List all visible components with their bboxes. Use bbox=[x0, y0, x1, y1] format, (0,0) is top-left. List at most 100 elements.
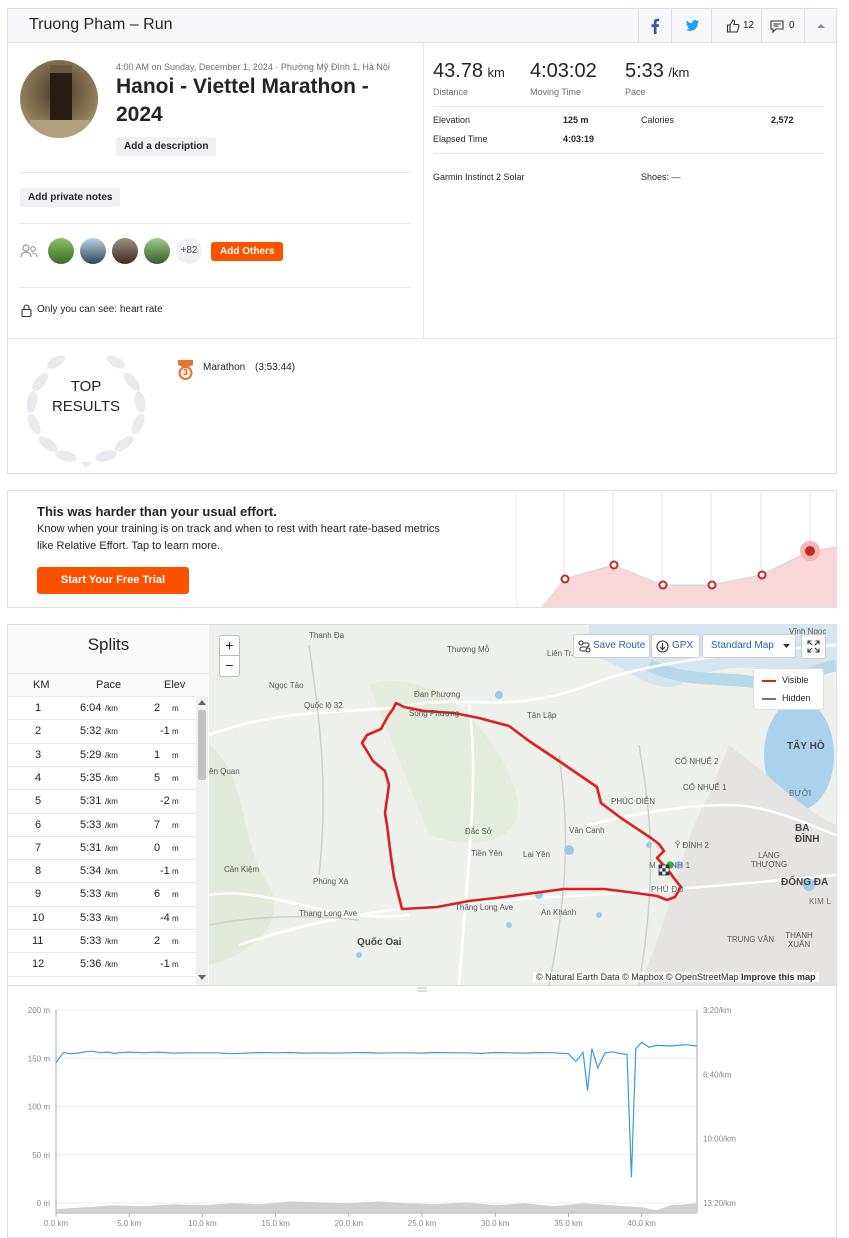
device-name: Garmin Instinct 2 Solar bbox=[433, 172, 525, 182]
activity-datetime: 4:00 AM on Sunday, December 1, 2024 · Ph… bbox=[116, 62, 390, 72]
stat-pace: 5:33 /km bbox=[625, 60, 689, 83]
add-private-notes-button[interactable]: Add private notes bbox=[20, 188, 121, 207]
split-elev: -1 bbox=[160, 725, 170, 738]
split-row[interactable]: 7 5:31/km 0 m bbox=[8, 835, 196, 859]
chevron-up-icon bbox=[817, 24, 825, 28]
map-place-label: Ỹ ĐÌNH 2 bbox=[675, 841, 709, 850]
elevation-value: 125 m bbox=[563, 115, 589, 125]
gpx-download-button[interactable]: GPX bbox=[651, 634, 700, 658]
legend-hidden: Hidden bbox=[782, 693, 811, 703]
save-route-button[interactable]: Save Route bbox=[573, 634, 650, 658]
split-elev-unit: m bbox=[172, 773, 179, 783]
expand-icon bbox=[807, 640, 820, 653]
split-elev: 2 bbox=[154, 702, 161, 714]
fullscreen-button[interactable] bbox=[801, 634, 826, 659]
athlete-avatar[interactable] bbox=[80, 238, 106, 264]
split-elev-unit: m bbox=[172, 704, 179, 713]
add-others-button[interactable]: Add Others bbox=[211, 242, 284, 261]
split-row[interactable]: 3 5:29/km 1 m bbox=[8, 742, 196, 766]
split-row[interactable]: 12 5:36/km -1 m bbox=[8, 952, 196, 975]
scroll-down-icon[interactable] bbox=[198, 975, 206, 981]
map-place-label: Đan Phượng bbox=[414, 690, 461, 699]
pace-line bbox=[55, 1041, 698, 1178]
split-km: 5 bbox=[35, 795, 42, 808]
athlete-avatar[interactable] bbox=[48, 238, 74, 264]
splits-title: Splits bbox=[87, 635, 130, 654]
y-tick-right: 6:40/km bbox=[703, 1070, 732, 1079]
divider bbox=[20, 287, 410, 288]
map-place-label: Thanh Đa bbox=[309, 631, 345, 640]
elevation-pace-chart[interactable]: 200 m 150 m 100 m 50 m 0 m 3:20/km 6:40/km 10:0… bbox=[8, 995, 836, 1238]
scroll-up-icon[interactable] bbox=[198, 699, 206, 705]
map-style-select[interactable]: Standard Map bbox=[702, 634, 796, 658]
map-place-label: Cần Kiệm bbox=[224, 865, 260, 874]
zoom-in-button[interactable]: + bbox=[219, 635, 240, 656]
scrollbar-thumb[interactable] bbox=[198, 710, 206, 780]
split-row[interactable]: 11 5:33/km 2 m bbox=[8, 929, 196, 952]
x-tick-label: 35.0 km bbox=[554, 1219, 583, 1228]
split-elev: 5 bbox=[154, 771, 161, 784]
attribution-text: © Natural Earth Data © Mapbox © OpenStre… bbox=[536, 972, 739, 982]
col-pace: Pace bbox=[96, 679, 122, 691]
split-pace-unit: /km bbox=[105, 727, 118, 737]
elapsed-time-label: Elapsed Time bbox=[433, 134, 488, 144]
split-pace: 6:04 bbox=[80, 702, 102, 714]
map-place-label: TRUNG VĂN bbox=[727, 935, 775, 944]
top-results-line2: RESULTS bbox=[51, 398, 121, 415]
split-row[interactable]: 10 5:33/km -4 m bbox=[8, 905, 196, 929]
split-row[interactable]: 2 5:32/km -1 m bbox=[8, 719, 196, 742]
map-place-label: Thăng Long Ave bbox=[455, 903, 514, 912]
x-tick-label: 10.0 km bbox=[188, 1219, 217, 1228]
split-km: 4 bbox=[35, 771, 42, 784]
kudos-count: 12 bbox=[743, 20, 755, 31]
collapse-button[interactable] bbox=[804, 9, 836, 43]
elevation-label: Elevation bbox=[433, 115, 471, 125]
x-tick-label: 40.0 km bbox=[627, 1219, 656, 1228]
stat-distance: 43.78 km bbox=[433, 60, 505, 83]
split-row[interactable]: 1 6:04/km 2 m bbox=[8, 696, 196, 719]
comments-button[interactable]: 0 bbox=[761, 9, 804, 43]
map-style-value: Standard Map bbox=[711, 640, 774, 651]
splits-scrollbar[interactable] bbox=[196, 696, 208, 985]
route-map[interactable]: Thanh Đa Thượng Mỗ Liên Tr... Vĩnh Ngọc Ngọc… bbox=[209, 625, 836, 985]
split-row[interactable]: 9 5:33/km 6 m bbox=[8, 882, 196, 905]
twitter-share-button[interactable] bbox=[671, 9, 711, 43]
split-elev: -2 bbox=[160, 795, 170, 808]
zoom-out-button[interactable]: − bbox=[219, 656, 240, 677]
athlete-avatar[interactable] bbox=[112, 238, 138, 264]
split-pace: 5:33 bbox=[80, 818, 102, 831]
start-free-trial-button[interactable]: Start Your Free Trial bbox=[37, 567, 189, 594]
section-divider bbox=[8, 338, 836, 339]
split-pace: 5:36 bbox=[80, 958, 102, 971]
kudos-button[interactable]: 12 bbox=[711, 9, 761, 43]
facebook-share-button[interactable] bbox=[638, 9, 671, 43]
thumbs-up-icon bbox=[726, 19, 740, 33]
legend-visible: Visible bbox=[782, 675, 809, 685]
athlete-avatar[interactable] bbox=[144, 238, 170, 264]
split-pace: 5:35 bbox=[80, 771, 102, 784]
split-km: 3 bbox=[35, 748, 42, 761]
promo-heading: This was harder than your usual effort. bbox=[37, 504, 277, 519]
split-pace-unit: /km bbox=[105, 750, 118, 760]
split-elev: 1 bbox=[154, 748, 161, 761]
map-place-label: Quốc Oai bbox=[357, 937, 402, 948]
pace-unit: /km bbox=[668, 65, 690, 80]
map-place-label: ên Quan bbox=[209, 767, 240, 776]
add-description-button[interactable]: Add a description bbox=[116, 137, 217, 156]
split-elev-unit: m bbox=[172, 960, 179, 970]
map-place-label: Ngọc Tảo bbox=[269, 681, 304, 690]
more-athletes-count[interactable]: +82 bbox=[176, 238, 202, 264]
split-row[interactable]: 6 5:33/km 7 m bbox=[8, 812, 196, 836]
map-place-label: An Khánh bbox=[541, 908, 577, 917]
moving-time-value: 4:03:02 bbox=[530, 60, 597, 82]
split-row[interactable]: 5 5:31/km -2 m bbox=[8, 789, 196, 812]
caret-down-icon bbox=[783, 644, 790, 648]
split-row[interactable]: 4 5:35/km 5 m bbox=[8, 765, 196, 789]
split-km: 2 bbox=[35, 725, 42, 738]
split-row[interactable]: 8 5:34/km -1 m bbox=[8, 859, 196, 882]
resize-handle-icon[interactable] bbox=[417, 987, 427, 992]
athlete-avatar[interactable] bbox=[20, 60, 98, 138]
x-tick-label: 5.0 km bbox=[117, 1219, 141, 1228]
improve-map-link[interactable]: Improve this map bbox=[741, 972, 816, 982]
shoes: Shoes: — bbox=[641, 172, 681, 182]
